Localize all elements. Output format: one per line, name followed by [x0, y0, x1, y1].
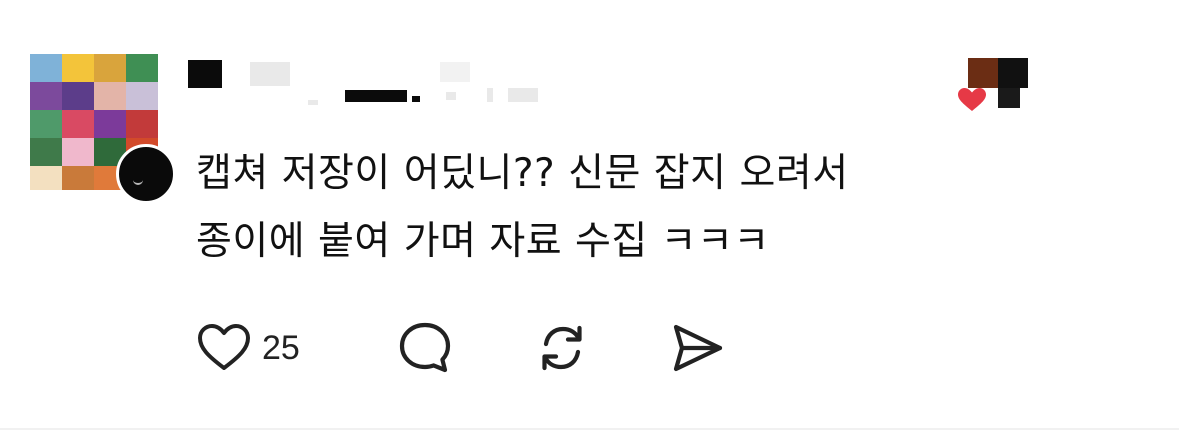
- redacted-reactor-avatar-2: [998, 58, 1028, 88]
- avatar-badge-icon: [116, 144, 176, 204]
- share-button[interactable]: [668, 318, 728, 378]
- like-button[interactable]: 25: [196, 318, 300, 378]
- redacted-username-extra-2: [440, 62, 470, 82]
- avatar-pixel: [62, 166, 94, 190]
- avatar-pixel: [30, 138, 62, 166]
- speech-bubble-icon: [399, 322, 451, 373]
- redacted-meta-5: [487, 88, 493, 102]
- comment-post: 캡쳐 저장이 어딨니?? 신문 잡지 오려서 종이에 붙여 가며 자료 수집 ㅋ…: [0, 0, 1179, 439]
- redacted-meta: [345, 90, 407, 102]
- avatar-pixel: [94, 82, 126, 110]
- repost-button[interactable]: [532, 318, 592, 378]
- avatar-pixel: [30, 110, 62, 138]
- avatar-pixel: [62, 82, 94, 110]
- avatar-pixel: [62, 110, 94, 138]
- like-count: 25: [262, 328, 300, 367]
- redacted-meta-2: [412, 96, 420, 102]
- avatar-pixel: [94, 110, 126, 138]
- redacted-meta-6: [508, 88, 538, 102]
- avatar-pixel: [126, 110, 158, 138]
- reaction-heart-icon: [958, 88, 986, 111]
- comment-text: 캡쳐 저장이 어딨니?? 신문 잡지 오려서 종이에 붙여 가며 자료 수집 ㅋ…: [196, 140, 1096, 276]
- redacted-reactor-avatar-3: [998, 88, 1020, 108]
- avatar-pixel: [30, 166, 62, 190]
- avatar-pixel: [94, 54, 126, 82]
- heart-icon: [198, 324, 250, 370]
- avatar-pixel: [126, 54, 158, 82]
- redacted-meta-3: [308, 100, 318, 105]
- redacted-username-extra: [250, 62, 290, 86]
- avatar-pixel: [30, 82, 62, 110]
- reply-button[interactable]: [396, 318, 454, 378]
- avatar-pixel: [126, 82, 158, 110]
- redacted-username[interactable]: [188, 60, 222, 88]
- send-icon: [673, 324, 723, 372]
- avatar-pixel: [62, 138, 94, 166]
- comment-line-2: 종이에 붙여 가며 자료 수집 ㅋㅋㅋ: [196, 219, 770, 264]
- comment-line-1: 캡쳐 저장이 어딨니?? 신문 잡지 오려서: [196, 151, 849, 196]
- avatar-pixel: [30, 54, 62, 82]
- avatar-pixel: [62, 54, 94, 82]
- action-bar: 25: [196, 318, 756, 378]
- redacted-reactor-avatar: [968, 58, 998, 88]
- repost-icon: [542, 325, 582, 371]
- divider: [0, 428, 1179, 430]
- redacted-meta-4: [446, 92, 456, 100]
